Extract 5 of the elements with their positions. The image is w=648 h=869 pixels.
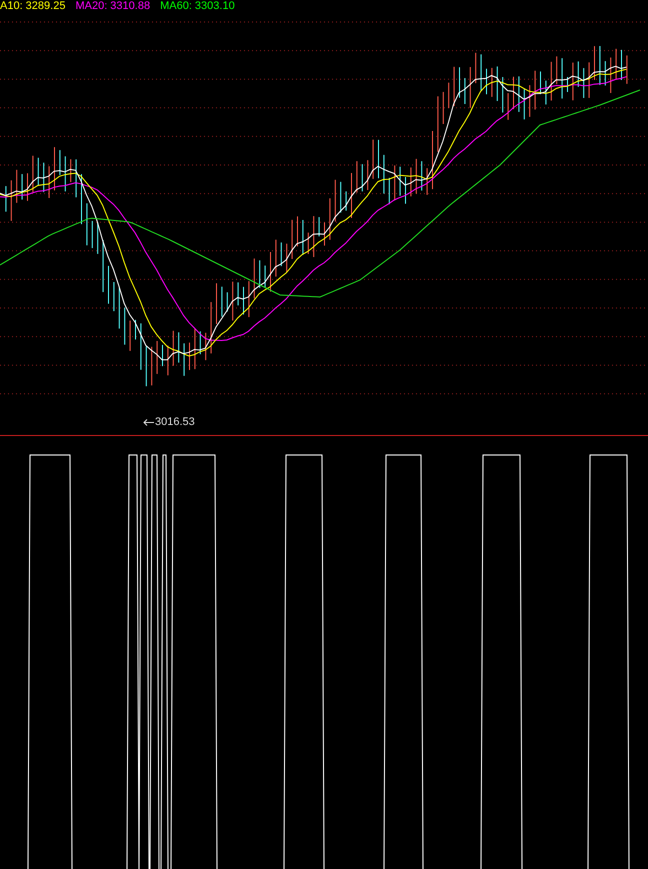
moving-average-value: MA60: 3303.10: [160, 0, 235, 12]
moving-average-value: A10: 3289.25: [0, 0, 66, 12]
low-price-label: 3016.53: [155, 415, 195, 429]
moving-average-value: MA20: 3310.88: [75, 0, 150, 12]
left-arrow-icon: [143, 418, 154, 426]
